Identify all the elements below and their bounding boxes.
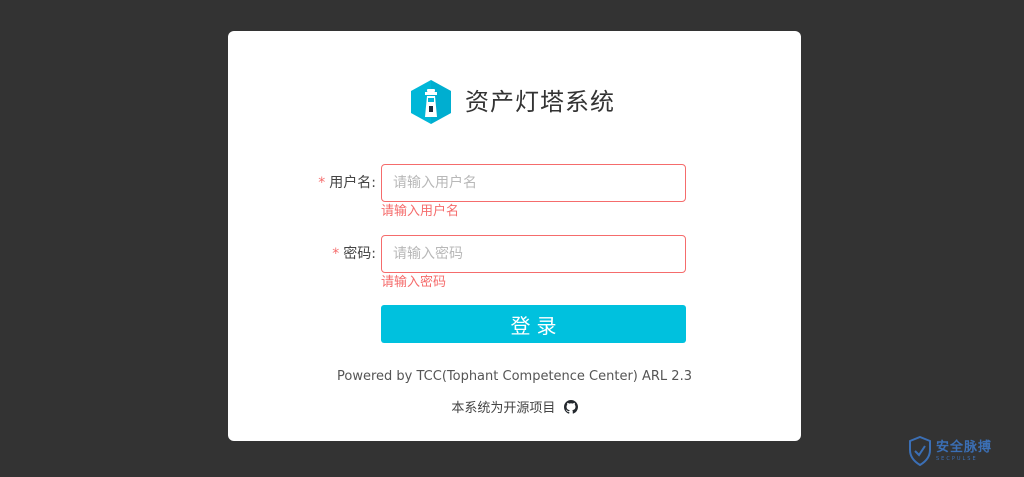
password-input[interactable]	[381, 235, 686, 273]
required-mark: *	[332, 246, 340, 262]
watermark-main: 安全脉搏	[936, 439, 993, 455]
powered-by-text: Powered by TCC(Tophant Competence Center…	[337, 369, 692, 384]
brand-header: 资产灯塔系统	[409, 79, 615, 125]
watermark-sub: SECPULSE	[936, 455, 978, 462]
username-label: * 用户名:	[318, 164, 376, 202]
username-input[interactable]	[381, 164, 686, 202]
open-source-text: 本系统为开源项目	[451, 401, 556, 416]
username-error: 请输入用户名	[381, 204, 460, 219]
open-source-note: 本系统为开源项目	[228, 397, 801, 416]
password-label-text: 密码:	[343, 246, 376, 262]
login-page: 资产灯塔系统 *用户名: 请输入用户名 *密码: 请输入密码 登录 Powere…	[0, 0, 1024, 477]
login-card: 资产灯塔系统 *用户名: 请输入用户名 *密码: 请输入密码 登录 Powere…	[228, 31, 801, 441]
app-title: 资产灯塔系统	[465, 88, 615, 116]
secpulse-watermark: 安全脉搏 SECPULSE	[908, 434, 1018, 468]
required-mark: *	[318, 175, 326, 191]
password-error: 请输入密码	[381, 275, 447, 290]
username-label-text: 用户名:	[329, 175, 376, 191]
watermark-text: 安全脉搏 SECPULSE	[936, 440, 992, 463]
lighthouse-logo-icon	[411, 80, 451, 124]
shield-icon	[909, 436, 931, 466]
github-icon[interactable]	[563, 400, 578, 414]
password-label: * 密码:	[332, 235, 376, 273]
login-button[interactable]: 登录	[381, 305, 686, 343]
